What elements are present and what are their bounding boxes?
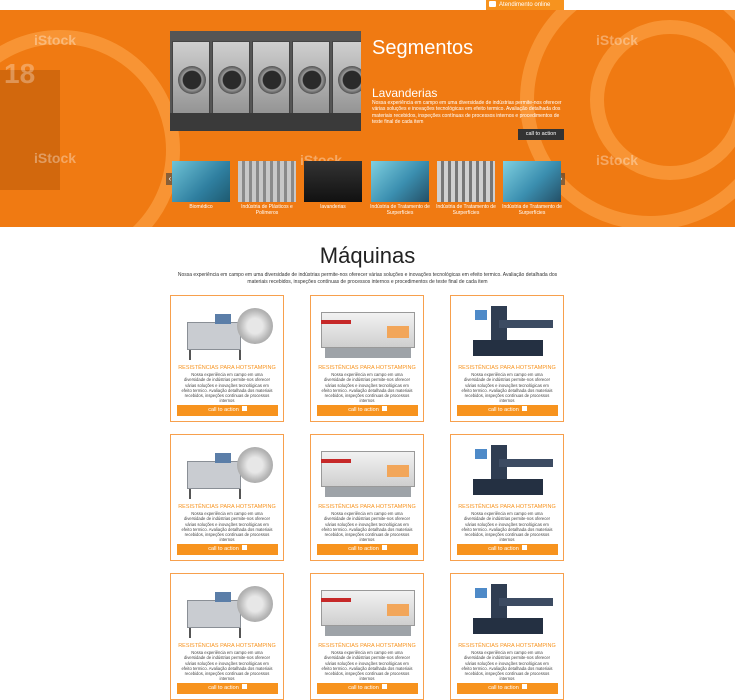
segments-hero: 18 iStock iStock iStock iStock iStock	[0, 10, 735, 227]
segment-thumb-label[interactable]: Indústria de Tratamento de Surperfícies	[496, 204, 568, 216]
segment-thumb-label[interactable]: Indústria de Plásticos e Polímeros	[231, 204, 303, 216]
machine-image	[179, 578, 277, 640]
top-bar	[0, 0, 735, 10]
product-title: RESISTÊNCIAS PARA HOTSTAMPING	[458, 643, 556, 649]
arrow-right-icon	[521, 684, 527, 690]
product-title: RESISTÊNCIAS PARA HOTSTAMPING	[458, 365, 556, 371]
product-card[interactable]: RESISTÊNCIAS PARA HOTSTAMPING Nossa exper…	[310, 434, 424, 561]
product-description: Nossa experiência em campo em uma divers…	[461, 650, 553, 682]
product-cta-button[interactable]: call to action	[317, 405, 418, 416]
product-cta-label: call to action	[488, 407, 519, 413]
watermark: iStock	[596, 152, 639, 168]
product-description: Nossa experiência em campo em uma divers…	[461, 511, 553, 543]
washing-machine-image	[212, 41, 250, 123]
product-cta-button[interactable]: call to action	[317, 683, 418, 694]
segment-description: Nossa experiência em campo em uma divers…	[372, 100, 562, 125]
machine-image	[319, 439, 417, 501]
watermark: iStock	[34, 32, 77, 48]
product-description: Nossa experiência em campo em uma divers…	[321, 511, 413, 543]
product-cta-button[interactable]: call to action	[457, 683, 558, 694]
product-description: Nossa experiência em campo em uma divers…	[461, 372, 553, 404]
machines-title: Máquinas	[319, 243, 416, 268]
product-card[interactable]: RESISTÊNCIAS PARA HOTSTAMPING Nossa exper…	[310, 573, 424, 700]
product-cta-label: call to action	[348, 407, 379, 413]
product-title: RESISTÊNCIAS PARA HOTSTAMPING	[318, 365, 416, 371]
machines-description: Nossa experiência em campo em uma divers…	[177, 272, 558, 285]
product-cta-label: call to action	[348, 546, 379, 552]
product-title: RESISTÊNCIAS PARA HOTSTAMPING	[178, 365, 276, 371]
machine-image	[319, 578, 417, 640]
product-description: Nossa experiência em campo em uma divers…	[181, 650, 273, 682]
product-cta-button[interactable]: call to action	[317, 544, 418, 555]
segment-thumb-label[interactable]: lavanderias	[297, 204, 369, 210]
arrow-right-icon	[521, 545, 527, 551]
arrow-right-icon	[241, 406, 247, 412]
segment-cta-button[interactable]: call to action	[518, 129, 564, 140]
washing-machine-image	[172, 41, 210, 123]
product-cta-label: call to action	[208, 685, 239, 691]
laundry-photo	[170, 31, 361, 131]
product-cta-label: call to action	[488, 685, 519, 691]
segment-thumb-tratamento[interactable]	[371, 161, 429, 202]
product-title: RESISTÊNCIAS PARA HOTSTAMPING	[318, 643, 416, 649]
product-card[interactable]: RESISTÊNCIAS PARA HOTSTAMPING Nossa exper…	[170, 434, 284, 561]
arrow-right-icon	[241, 684, 247, 690]
product-card[interactable]: RESISTÊNCIAS PARA HOTSTAMPING Nossa exper…	[450, 434, 564, 561]
product-title: RESISTÊNCIAS PARA HOTSTAMPING	[178, 504, 276, 510]
watermark: iStock	[596, 32, 639, 48]
segment-thumb-tratamento[interactable]	[437, 161, 495, 202]
machine-image	[459, 578, 557, 640]
product-card[interactable]: RESISTÊNCIAS PARA HOTSTAMPING Nossa exper…	[450, 295, 564, 422]
product-cta-button[interactable]: call to action	[457, 405, 558, 416]
product-cta-button[interactable]: call to action	[177, 544, 278, 555]
product-title: RESISTÊNCIAS PARA HOTSTAMPING	[458, 504, 556, 510]
machine-image	[459, 300, 557, 362]
segment-thumb-lavanderias[interactable]	[304, 161, 362, 202]
product-card[interactable]: RESISTÊNCIAS PARA HOTSTAMPING Nossa exper…	[450, 573, 564, 700]
segment-thumb-label[interactable]: Biomédico	[165, 204, 237, 210]
segment-thumb-plasticos[interactable]	[238, 161, 296, 202]
arrow-right-icon	[241, 545, 247, 551]
segment-thumb-label[interactable]: Indústria de Tratamento de Surperfícies	[364, 204, 436, 216]
machine-image	[459, 439, 557, 501]
background-number: 18	[4, 58, 36, 89]
segment-thumb-biomedico[interactable]	[172, 161, 230, 202]
product-cta-button[interactable]: call to action	[177, 683, 278, 694]
watermark: iStock	[34, 150, 77, 166]
product-card[interactable]: RESISTÊNCIAS PARA HOTSTAMPING Nossa exper…	[310, 295, 424, 422]
washing-machine-image	[332, 41, 361, 123]
arrow-right-icon	[521, 406, 527, 412]
machine-image	[179, 300, 277, 362]
product-title: RESISTÊNCIAS PARA HOTSTAMPING	[318, 504, 416, 510]
arrow-right-icon	[381, 545, 387, 551]
product-card[interactable]: RESISTÊNCIAS PARA HOTSTAMPING Nossa exper…	[170, 573, 284, 700]
segment-thumb-tratamento[interactable]	[503, 161, 561, 202]
segments-title: Segmentos	[372, 37, 474, 59]
arrow-right-icon	[381, 684, 387, 690]
machine-image	[179, 439, 277, 501]
washing-machine-image	[252, 41, 290, 123]
washing-machine-image	[292, 41, 330, 123]
product-description: Nossa experiência em campo em uma divers…	[181, 372, 273, 404]
product-description: Nossa experiência em campo em uma divers…	[321, 372, 413, 404]
product-card[interactable]: RESISTÊNCIAS PARA HOTSTAMPING Nossa exper…	[170, 295, 284, 422]
product-description: Nossa experiência em campo em uma divers…	[321, 650, 413, 682]
segment-thumb-label[interactable]: Indústria de Tratamento de Surperfícies	[430, 204, 502, 216]
product-cta-label: call to action	[208, 546, 239, 552]
product-cta-label: call to action	[348, 685, 379, 691]
product-cta-button[interactable]: call to action	[177, 405, 278, 416]
chat-bubble-icon	[489, 1, 496, 7]
segment-subtitle: Lavanderias	[372, 86, 438, 100]
machine-image	[319, 300, 417, 362]
product-title: RESISTÊNCIAS PARA HOTSTAMPING	[178, 643, 276, 649]
online-support-button[interactable]: Atendimento online	[486, 0, 564, 10]
product-cta-label: call to action	[208, 407, 239, 413]
product-cta-label: call to action	[488, 546, 519, 552]
product-cta-button[interactable]: call to action	[457, 544, 558, 555]
arrow-right-icon	[381, 406, 387, 412]
product-description: Nossa experiência em campo em uma divers…	[181, 511, 273, 543]
